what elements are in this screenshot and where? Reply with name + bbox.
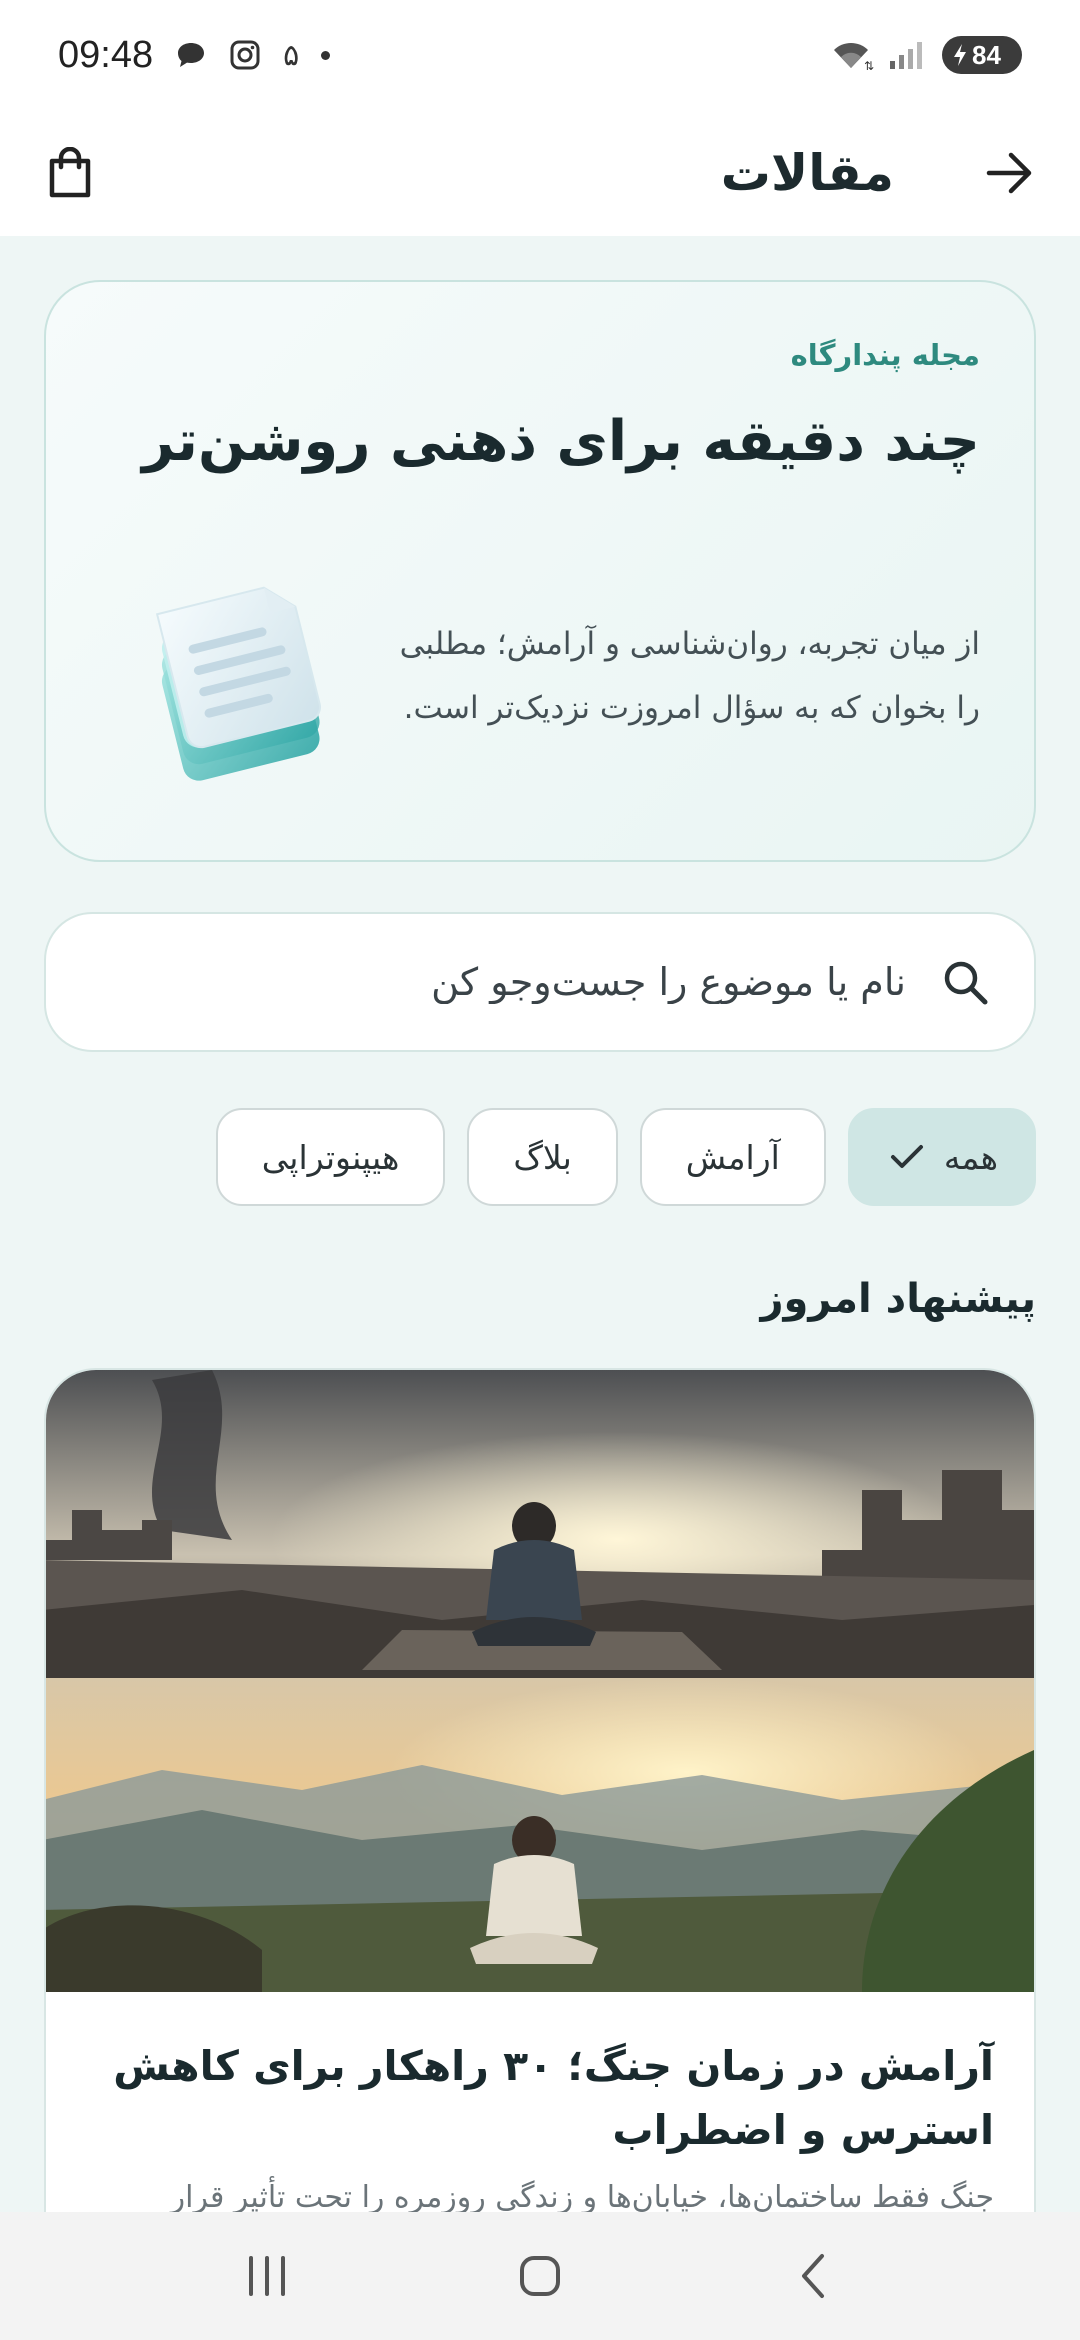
system-nav-bar	[0, 2212, 1080, 2340]
chip-label: هیپنوتراپی	[261, 1137, 400, 1177]
app-bar: مقالات	[0, 110, 1080, 236]
recents-icon	[248, 2256, 285, 2296]
search-icon	[940, 957, 990, 1007]
article-excerpt: جنگ فقط ساختمان‌ها، خیابان‌ها و زندگی رو…	[170, 2180, 994, 2212]
filter-chips: همه آرامش بلاگ هیپنوتراپی	[215, 1108, 1036, 1206]
chip-blog[interactable]: بلاگ	[467, 1108, 618, 1206]
arrow-right-icon	[986, 152, 1032, 194]
chip-label: آرامش	[685, 1137, 780, 1177]
hero-card: مجله پندارگاه چند دقیقه برای ذهنی روشن‌ت…	[44, 280, 1036, 862]
documents-illustration-icon	[155, 586, 321, 781]
instagram-icon	[229, 39, 261, 71]
home-button[interactable]	[495, 2231, 585, 2321]
recents-button[interactable]	[222, 2231, 312, 2321]
hero-title: چند دقیقه برای ذهنی روشن‌تر	[142, 409, 980, 474]
content: مجله پندارگاه چند دقیقه برای ذهنی روشن‌ت…	[0, 236, 1080, 2212]
chevron-left-icon	[802, 2254, 825, 2298]
battery-indicator: 84	[942, 36, 1022, 74]
battery-charging-icon	[954, 44, 966, 66]
hero-body: از میان تجربه، روان‌شناسی و آرامش؛ مطلبی…	[399, 626, 980, 726]
status-right: ⇅ 84	[828, 36, 1022, 74]
signal-icon	[888, 39, 928, 71]
back-button[interactable]	[980, 143, 1040, 203]
section-title: پیشنهاد امروز	[760, 1276, 1036, 1322]
battery-level: 84	[972, 39, 1001, 70]
chip-label: بلاگ	[513, 1137, 572, 1177]
chip-hypnotherapy[interactable]: هیپنوتراپی	[215, 1108, 446, 1206]
article-card[interactable]: آرامش در زمان جنگ؛ ۳۰ راهکار برای کاهش ا…	[44, 1368, 1036, 2212]
search-box[interactable]	[44, 912, 1036, 1052]
chip-calm[interactable]: آرامش	[639, 1108, 826, 1206]
notification-dot-icon	[321, 50, 331, 60]
chip-label: همه	[943, 1137, 998, 1177]
article-image	[46, 1370, 1034, 1992]
chip-all[interactable]: همه	[847, 1108, 1036, 1206]
hero-eyebrow: مجله پندارگاه	[790, 338, 980, 372]
notification-count: ۵	[283, 37, 300, 73]
wifi-icon: ⇅	[828, 38, 874, 72]
page-title: مقالات	[720, 144, 894, 202]
home-icon	[519, 2256, 560, 2296]
check-icon	[890, 1145, 923, 1168]
app-title-wrap: مقالات	[721, 143, 1040, 203]
chat-bubble-icon	[175, 40, 207, 70]
svg-text:⇅: ⇅	[864, 59, 874, 72]
article-title: آرامش در زمان جنگ؛ ۳۰ راهکار برای کاهش ا…	[113, 2042, 994, 2154]
status-bar: 09:48 ۵ ⇅ 84	[0, 0, 1080, 110]
shopping-bag-icon	[49, 147, 91, 198]
search-input[interactable]	[90, 960, 906, 1004]
status-time: 09:48	[58, 33, 154, 76]
status-left: 09:48 ۵	[58, 33, 331, 77]
back-nav-button[interactable]	[768, 2231, 858, 2321]
shopping-bag-button[interactable]	[40, 143, 100, 203]
